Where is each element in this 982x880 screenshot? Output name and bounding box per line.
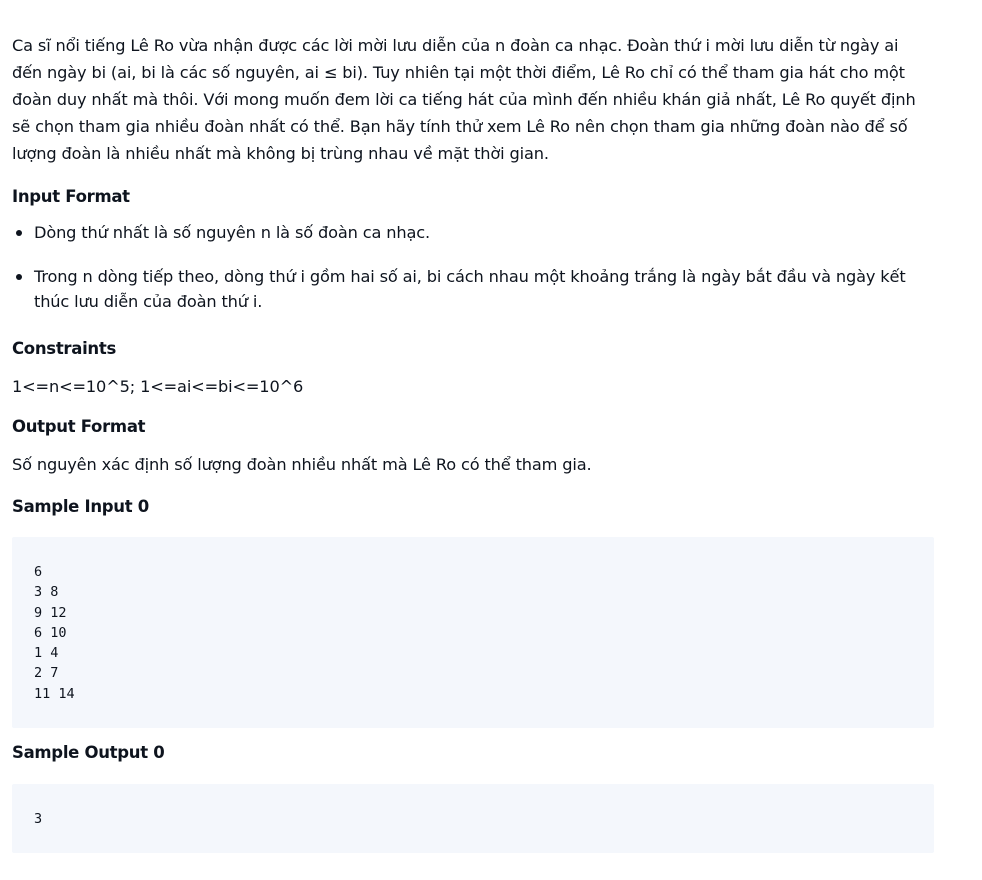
code-line: 3 [34,811,43,828]
list-item: Dòng thứ nhất là số nguyên n là số đoàn … [12,220,922,245]
problem-description: Ca sĩ nổi tiếng Lê Ro vừa nhận được các … [12,36,916,163]
bullet-dot-icon [16,230,22,236]
sample-input-code: 63 89 12 6 10 1 42 7 11 14 [12,537,934,728]
code-line: 3 8 [34,584,59,601]
sample-output-code: 3 [12,784,934,853]
output-format-heading: Output Format [12,417,146,436]
input-format-heading: Input Format [12,187,130,206]
input-format-item-2: Trong n dòng tiếp theo, dòng thứ i gồm h… [34,267,906,311]
sample-output-heading: Sample Output 0 [12,743,165,763]
code-line: 6 [34,564,43,580]
code-line: 1 4 [34,645,59,662]
bullet-dot-icon [16,274,22,280]
constraints-text: 1<=n<=10^5; 1<=ai<=bi<=10^6 [12,377,304,396]
sample-output-block: 3 [12,784,934,854]
list-item: Trong n dòng tiếp theo, dòng thứ i gồm h… [12,264,922,314]
sample-input-block: 63 89 12 6 10 1 42 7 11 14 [12,537,934,729]
sample-input-heading: Sample Input 0 [12,497,149,516]
code-line: 11 14 [34,685,75,702]
constraints-heading: Constraints [12,339,116,358]
code-line: 2 7 [34,665,59,682]
input-format-item-1: Dòng thứ nhất là số nguyên n là số đoàn … [34,223,430,242]
code-line: 6 10 [34,624,67,641]
output-format-text: Số nguyên xác định số lượng đoàn nhiều n… [12,455,592,474]
problem-statement: Ca sĩ nổi tiếng Lê Ro vừa nhận được các … [12,32,934,854]
code-line: 9 12 [34,604,67,621]
input-format-list: Dòng thứ nhất là số nguyên n là số đoàn … [12,220,934,314]
